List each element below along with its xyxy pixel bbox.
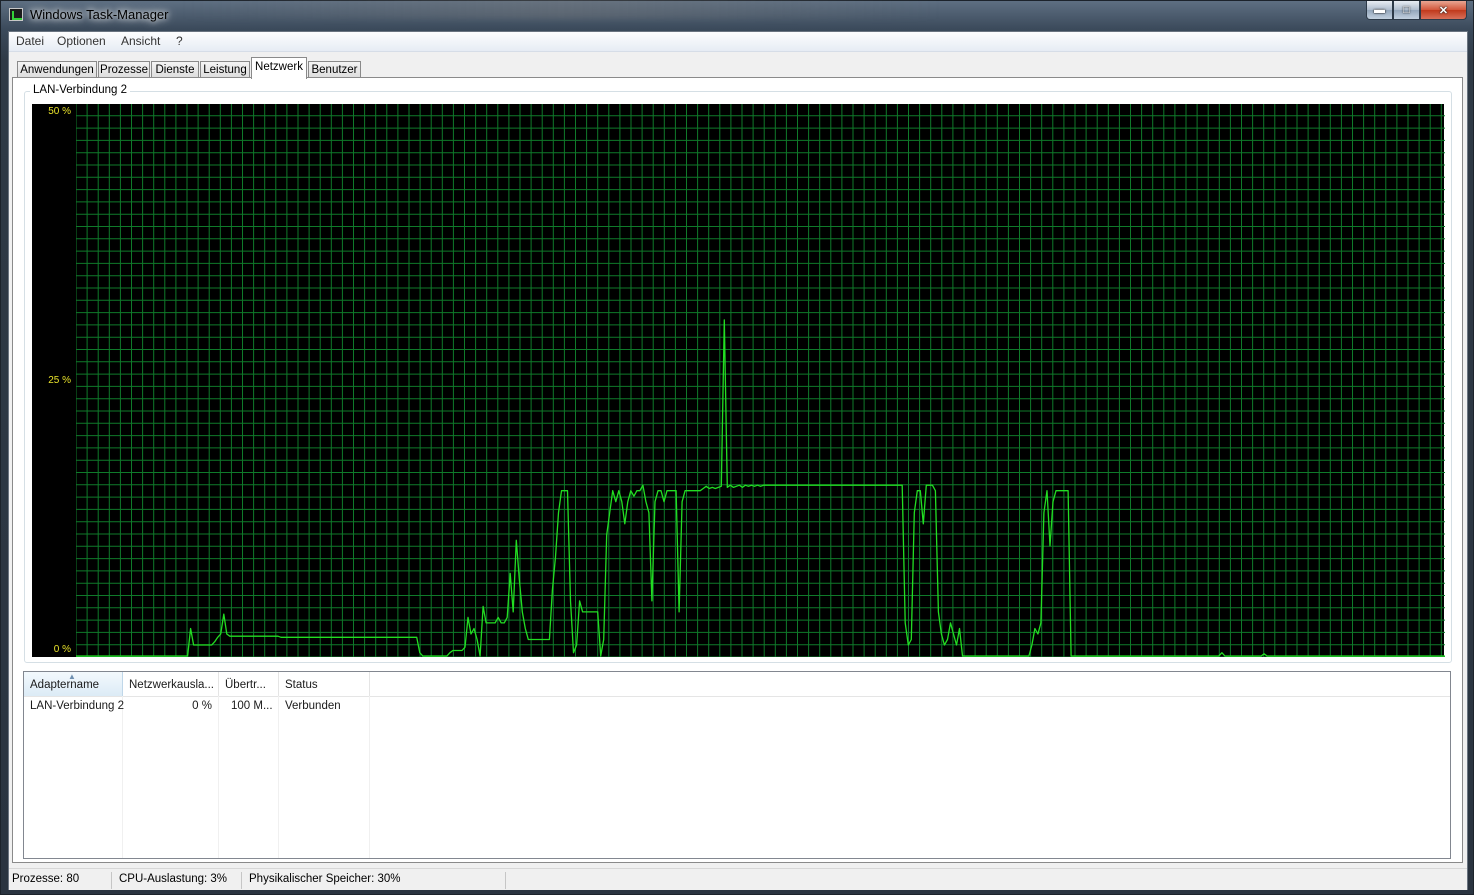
chart-grid bbox=[76, 104, 1445, 657]
cell-uebertragungsrate: 100 M... bbox=[231, 700, 273, 712]
column-status[interactable]: Status bbox=[279, 672, 370, 696]
task-manager-window: Windows Task-Manager ▬ □ ✕ Datei Optione… bbox=[0, 0, 1474, 895]
column-uebertragungsrate[interactable]: Übertr... bbox=[219, 672, 279, 696]
network-tab-panel: LAN-Verbindung 2 50 % 25 % 0 % ▲ Adapter… bbox=[12, 77, 1463, 863]
adapter-list-header: ▲ Adaptername Netzwerkausla... Übertr...… bbox=[24, 672, 1450, 697]
menu-ansicht[interactable]: Ansicht bbox=[121, 34, 160, 48]
adapter-graph-group: LAN-Verbindung 2 50 % 25 % 0 % bbox=[24, 84, 1452, 663]
menu-optionen[interactable]: Optionen bbox=[57, 34, 106, 48]
tab-prozesse[interactable]: Prozesse bbox=[98, 61, 150, 78]
maximize-button[interactable]: □ bbox=[1393, 1, 1420, 20]
cell-netzwerkauslastung: 0 % bbox=[192, 700, 212, 712]
sort-ascending-icon: ▲ bbox=[68, 672, 76, 681]
cell-status: Verbunden bbox=[285, 700, 341, 712]
y-label-bottom: 0 % bbox=[53, 644, 71, 655]
tab-benutzer[interactable]: Benutzer bbox=[308, 61, 361, 78]
column-divider bbox=[218, 696, 219, 858]
maximize-icon: □ bbox=[1403, 4, 1410, 16]
task-manager-app-icon bbox=[9, 8, 23, 21]
background-window-title-blur bbox=[181, 0, 941, 19]
column-adaptername-label: Adaptername bbox=[30, 679, 100, 691]
column-divider bbox=[278, 696, 279, 858]
column-adaptername[interactable]: ▲ Adaptername bbox=[24, 672, 123, 696]
menu-help[interactable]: ? bbox=[176, 34, 183, 48]
adapter-list[interactable]: ▲ Adaptername Netzwerkausla... Übertr...… bbox=[23, 671, 1451, 859]
column-divider bbox=[369, 696, 370, 858]
window-title: Windows Task-Manager bbox=[30, 7, 169, 22]
minimize-button[interactable]: ▬ bbox=[1366, 1, 1393, 20]
network-usage-chart bbox=[76, 104, 1445, 657]
y-label-top: 50 % bbox=[48, 106, 71, 117]
menu-bar: Datei Optionen Ansicht ? bbox=[9, 32, 1467, 52]
close-icon: ✕ bbox=[1438, 4, 1449, 17]
series-line-network-utilization bbox=[76, 319, 1445, 657]
cell-adaptername: LAN-Verbindung 2 bbox=[30, 700, 124, 712]
window-controls: ▬ □ ✕ bbox=[1366, 1, 1467, 21]
menu-datei[interactable]: Datei bbox=[16, 34, 44, 48]
minimize-icon: ▬ bbox=[1374, 4, 1385, 16]
client-area: Datei Optionen Ansicht ? Anwendungen Pro… bbox=[8, 31, 1468, 890]
status-cpu: CPU-Auslastung: 3% bbox=[116, 872, 242, 889]
tab-dienste[interactable]: Dienste bbox=[151, 61, 199, 78]
status-processes: Prozesse: 80 bbox=[9, 872, 112, 889]
title-bar[interactable]: Windows Task-Manager ▬ □ ✕ bbox=[1, 0, 1473, 29]
close-button[interactable]: ✕ bbox=[1420, 1, 1467, 20]
graph-title: LAN-Verbindung 2 bbox=[30, 84, 130, 96]
y-label-mid: 25 % bbox=[48, 375, 71, 386]
tab-netzwerk[interactable]: Netzwerk bbox=[251, 57, 307, 79]
tab-anwendungen[interactable]: Anwendungen bbox=[17, 61, 97, 78]
column-netzwerkauslastung[interactable]: Netzwerkausla... bbox=[123, 672, 219, 696]
status-bar: Prozesse: 80 CPU-Auslastung: 3% Physikal… bbox=[9, 868, 1467, 890]
column-divider bbox=[122, 696, 123, 858]
status-memory: Physikalischer Speicher: 30% bbox=[246, 872, 506, 889]
tab-leistung[interactable]: Leistung bbox=[200, 61, 250, 78]
